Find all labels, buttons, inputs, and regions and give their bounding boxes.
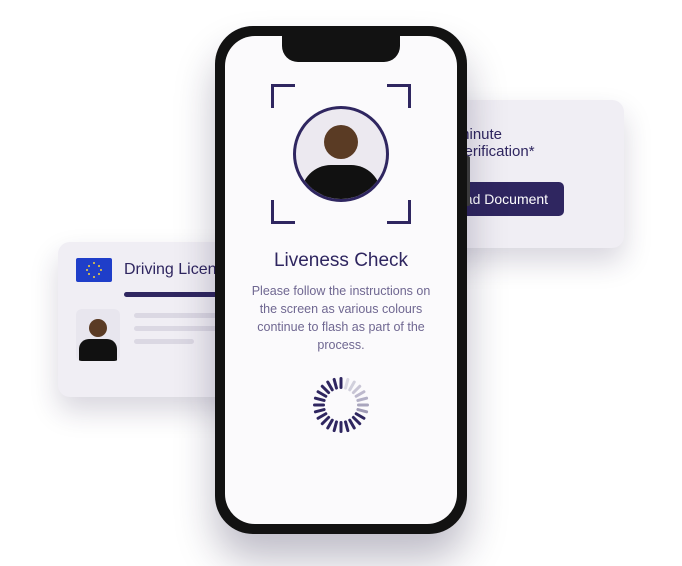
composition: Driving Licence 3 minute verification* U… <box>0 0 682 566</box>
loading-spinner-icon <box>313 377 369 433</box>
phone-screen: Liveness Check Please follow the instruc… <box>225 36 457 524</box>
frame-corner-icon <box>387 84 411 108</box>
face-circle <box>293 106 389 202</box>
verification-word-minute: minute <box>457 126 535 143</box>
liveness-description: Please follow the instructions on the sc… <box>225 282 457 355</box>
frame-corner-icon <box>271 84 295 108</box>
eu-flag-icon <box>76 258 112 282</box>
phone-mockup: Liveness Check Please follow the instruc… <box>215 26 467 534</box>
phone-notch <box>282 36 400 62</box>
liveness-title: Liveness Check <box>274 250 408 272</box>
face-capture-frame <box>271 84 411 224</box>
frame-corner-icon <box>271 200 295 224</box>
frame-corner-icon <box>387 200 411 224</box>
licence-photo <box>76 309 120 361</box>
